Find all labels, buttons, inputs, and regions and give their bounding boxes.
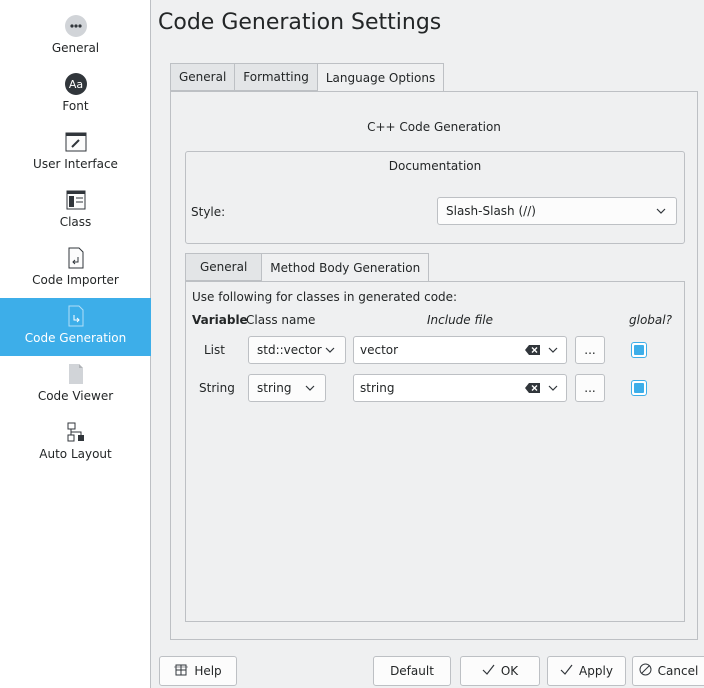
default-button[interactable]: Default (373, 656, 451, 686)
include-file-field-list[interactable] (353, 336, 567, 364)
sidebar-item-code-generation[interactable]: Code Generation (0, 298, 151, 356)
sidebar-item-label: Code Viewer (37, 389, 114, 403)
help-button[interactable]: Help (159, 656, 237, 686)
font-aa-icon: Aa (64, 72, 88, 96)
global-checkbox-list[interactable] (631, 342, 647, 358)
style-combobox[interactable]: Slash-Slash (//) (437, 197, 677, 225)
chevron-down-icon[interactable] (546, 381, 560, 395)
settings-tabbar: General Formatting Language Options (170, 63, 445, 92)
style-value: Slash-Slash (//) (446, 204, 536, 218)
checkbox-check (634, 345, 644, 355)
sidebar-item-label: Class (59, 215, 92, 229)
class-name-value: string (257, 381, 292, 395)
row-variable-string: String (199, 381, 235, 395)
cancel-icon (639, 663, 652, 679)
default-label: Default (390, 664, 434, 678)
chevron-down-icon[interactable] (546, 343, 560, 357)
sidebar: General Aa Font User Interface Class Cod… (0, 0, 151, 688)
row-variable-list: List (204, 343, 225, 357)
apply-button[interactable]: Apply (547, 656, 626, 686)
global-checkbox-string[interactable] (631, 380, 647, 396)
document-export-icon (64, 304, 88, 328)
column-header-variable: Variable (192, 313, 248, 327)
cancel-button[interactable]: Cancel (632, 656, 704, 686)
style-label: Style: (191, 205, 226, 219)
documentation-title: Documentation (388, 159, 482, 173)
intro-text: Use following for classes in generated c… (192, 290, 458, 304)
clear-text-icon[interactable] (524, 381, 542, 395)
sidebar-item-code-viewer[interactable]: Code Viewer (0, 356, 151, 414)
ok-label: OK (500, 664, 519, 678)
sidebar-item-auto-layout[interactable]: Auto Layout (0, 414, 151, 472)
include-file-input[interactable] (360, 381, 524, 395)
help-label: Help (194, 664, 222, 678)
class-name-combobox-list[interactable]: std::vector (248, 336, 346, 364)
sidebar-item-label: Font (62, 99, 89, 113)
clear-text-icon[interactable] (524, 343, 542, 357)
document-import-icon (64, 246, 88, 270)
sidebar-item-label: Code Generation (24, 331, 127, 345)
include-file-field-string[interactable] (353, 374, 567, 402)
svg-text:Aa: Aa (68, 78, 82, 91)
include-file-input[interactable] (360, 343, 524, 357)
method-body-panel (185, 281, 685, 622)
subtab-method-body-generation[interactable]: Method Body Generation (261, 253, 430, 282)
sidebar-item-class[interactable]: Class (0, 182, 151, 240)
layout-tree-icon (64, 420, 88, 444)
check-icon (482, 664, 495, 678)
tab-formatting[interactable]: Formatting (234, 63, 317, 91)
sidebar-item-label: Auto Layout (39, 447, 112, 461)
class-name-combobox-string[interactable]: string (248, 374, 326, 402)
help-icon (174, 663, 189, 680)
sidebar-item-code-importer[interactable]: Code Importer (0, 240, 151, 298)
sidebar-item-label: Code Importer (32, 273, 119, 287)
column-header-global: global? (629, 313, 672, 327)
column-header-class-name: Class name (246, 313, 316, 327)
sidebar-item-user-interface[interactable]: User Interface (0, 124, 151, 182)
window-pen-icon (64, 130, 88, 154)
chevron-down-icon (303, 381, 317, 395)
apply-label: Apply (579, 664, 613, 678)
sidebar-item-general[interactable]: General (0, 8, 151, 66)
chevron-down-icon (654, 204, 668, 218)
more-dots-icon (64, 14, 88, 38)
column-header-include-file: Include file (427, 313, 493, 327)
checkbox-check (634, 383, 644, 393)
blank-document-icon (64, 362, 88, 386)
subtab-general[interactable]: General (185, 253, 262, 281)
browse-button-string[interactable]: ... (575, 374, 605, 402)
browse-button-list[interactable]: ... (575, 336, 605, 364)
section-heading: C++ Code Generation (367, 120, 501, 134)
sidebar-item-font[interactable]: Aa Font (0, 66, 151, 124)
sidebar-item-label: General (51, 41, 100, 55)
check-icon (560, 664, 573, 678)
page-title: Code Generation Settings (158, 10, 442, 35)
cancel-label: Cancel (657, 664, 699, 678)
tab-language-options[interactable]: Language Options (316, 63, 445, 92)
class-diagram-icon (64, 188, 88, 212)
cpp-subtabbar: General Method Body Generation (185, 253, 430, 282)
tab-general[interactable]: General (170, 63, 235, 91)
chevron-down-icon (323, 343, 337, 357)
ok-button[interactable]: OK (460, 656, 540, 686)
class-name-value: std::vector (257, 343, 322, 357)
sidebar-item-label: User Interface (33, 157, 118, 171)
